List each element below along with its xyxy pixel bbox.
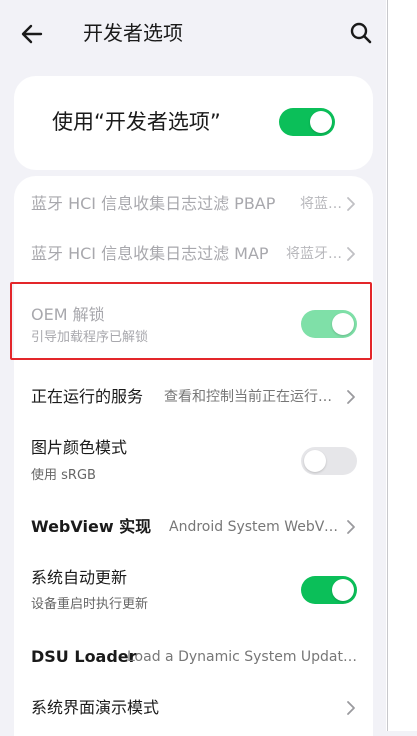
chevron-right-icon <box>347 197 355 211</box>
top-app-bar: 开发者选项 <box>0 0 386 66</box>
toggle-knob <box>304 450 326 472</box>
developer-options-master-label: 使用“开发者选项” <box>52 110 221 134</box>
list-item-webview-implementation[interactable]: WebView 实现 Android System WebView <box>14 502 373 552</box>
chevron-right-icon <box>347 520 355 534</box>
list-item-running-services[interactable]: 正在运行的服务 查看和控制当前正在运行… <box>14 372 373 422</box>
toggle-knob <box>332 579 354 601</box>
list-item-subtitle: 引导加载程序已解锁 <box>31 330 149 345</box>
list-item-value: 将蓝… <box>300 196 342 212</box>
list-item-title: 图片颜色模式 <box>31 438 128 457</box>
auto-system-update-toggle[interactable] <box>301 576 357 604</box>
list-item-title: 正在运行的服务 <box>31 387 144 406</box>
developer-options-master-card: 使用“开发者选项” <box>14 76 373 170</box>
chevron-right-icon <box>347 701 355 715</box>
list-item-title: 蓝牙 HCI 信息收集日志过滤 MAP <box>31 244 269 263</box>
list-item-value: Android System WebView <box>169 519 341 535</box>
list-item-value: 将蓝牙… <box>286 246 342 262</box>
list-item-title: 系统界面演示模式 <box>31 698 160 717</box>
list-item-oem-unlock[interactable]: OEM 解锁 引导加载程序已解锁 <box>14 286 373 362</box>
list-item-bt-hci-map[interactable]: 蓝牙 HCI 信息收集日志过滤 MAP 将蓝牙… <box>14 228 373 278</box>
scrollbar-divider <box>387 0 388 731</box>
search-icon[interactable] <box>348 20 374 46</box>
list-item-picture-color-mode[interactable]: 图片颜色模式 使用 sRGB <box>14 426 373 498</box>
list-item-auto-system-update[interactable]: 系统自动更新 设备重启时执行更新 <box>14 556 373 628</box>
list-item-value: 查看和控制当前正在运行… <box>164 389 332 405</box>
toggle-knob <box>332 313 354 335</box>
settings-list: 蓝牙 HCI 信息收集日志过滤 PBAP 将蓝… 蓝牙 HCI 信息收集日志过滤… <box>14 176 373 736</box>
list-item-bt-hci-pbap[interactable]: 蓝牙 HCI 信息收集日志过滤 PBAP 将蓝… <box>14 176 373 228</box>
list-item-title: WebView 实现 <box>31 517 152 536</box>
list-item-system-ui-demo-mode[interactable]: 系统界面演示模式 <box>14 684 373 736</box>
chevron-right-icon <box>347 247 355 261</box>
list-item-title: 系统自动更新 <box>31 568 128 587</box>
toggle-knob <box>310 111 332 133</box>
list-item-title: OEM 解锁 <box>31 305 105 324</box>
scrollbar-track[interactable] <box>386 0 417 731</box>
developer-options-master-toggle[interactable] <box>279 108 335 136</box>
list-item-title: 蓝牙 HCI 信息收集日志过滤 PBAP <box>31 194 276 213</box>
list-item-value: Load a Dynamic System Update I... <box>127 649 359 665</box>
back-arrow-icon[interactable] <box>18 20 46 48</box>
oem-unlock-toggle[interactable] <box>301 310 357 338</box>
list-item-subtitle: 使用 sRGB <box>31 468 96 483</box>
page-title: 开发者选项 <box>83 21 183 45</box>
picture-color-mode-toggle[interactable] <box>301 447 357 475</box>
list-item-dsu-loader[interactable]: DSU Loader Load a Dynamic System Update … <box>14 632 373 682</box>
chevron-right-icon <box>347 390 355 404</box>
list-item-title: DSU Loader <box>31 647 137 666</box>
list-item-subtitle: 设备重启时执行更新 <box>31 597 149 612</box>
